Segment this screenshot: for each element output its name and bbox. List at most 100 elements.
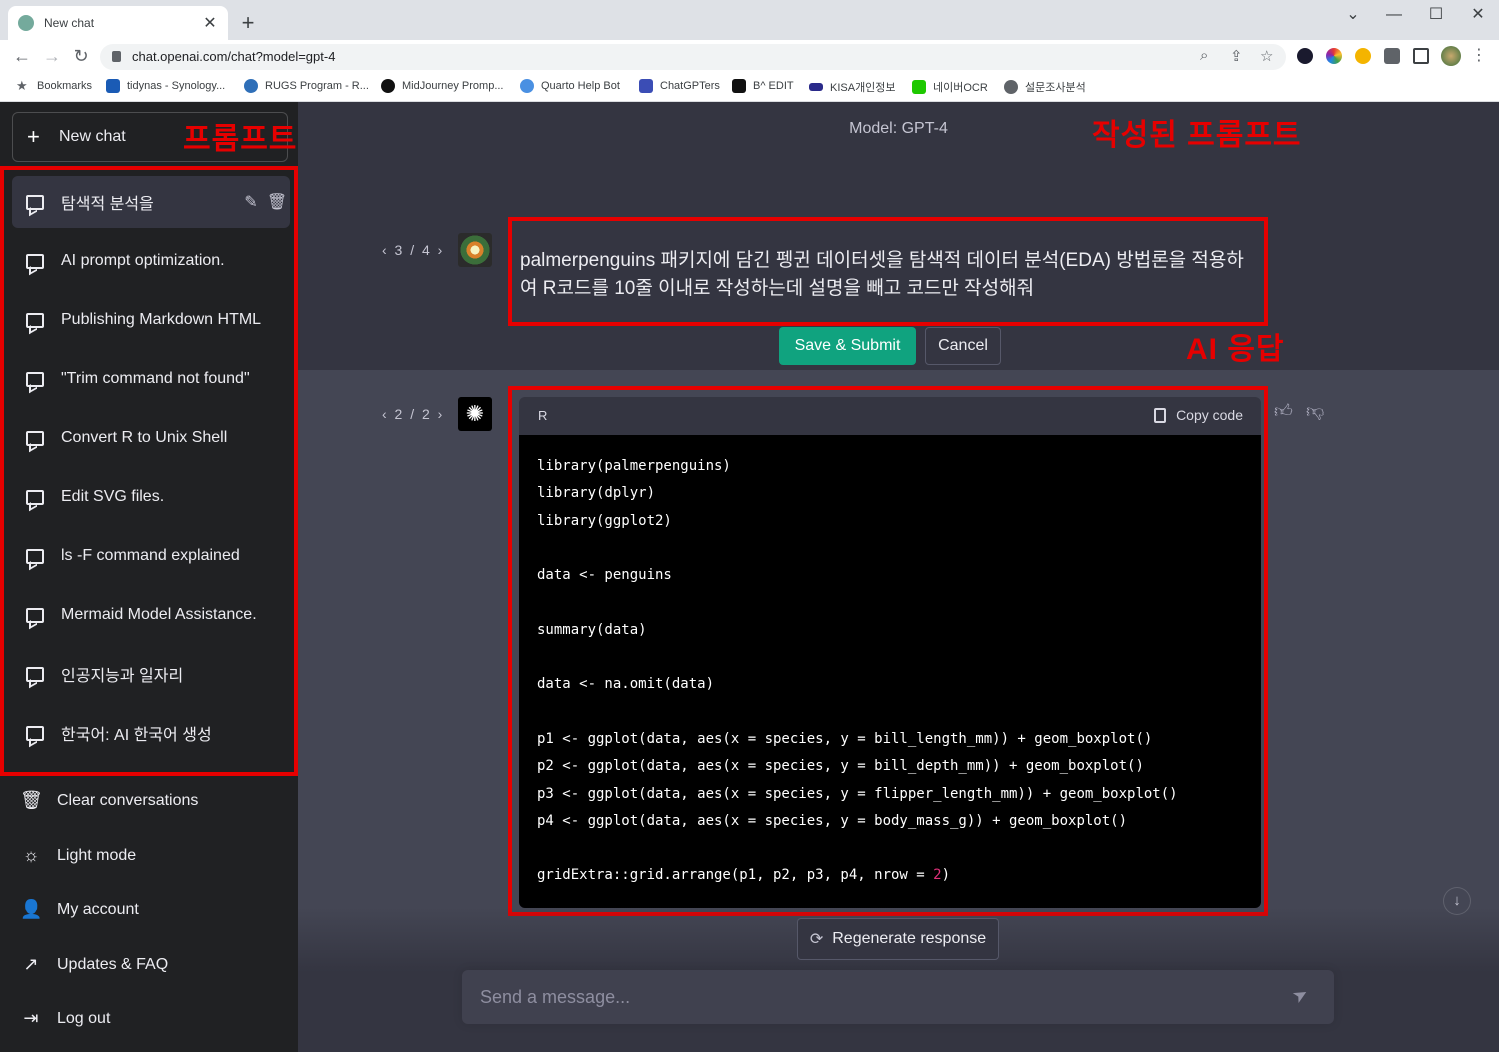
back-arrow-icon[interactable]: ← [10,45,34,67]
share-icon[interactable]: ⇪ [1230,47,1243,65]
user-message-pager[interactable]: ‹ 3 / 4 › [382,242,444,258]
extensions-puzzle-icon[interactable] [1384,48,1400,64]
regenerate-response-button[interactable]: ⟳ Regenerate response [797,918,999,960]
annotation-ai-response: AI 응답 [1186,333,1285,366]
tab-search-icon[interactable]: ⌄ [1333,4,1373,26]
forward-arrow-icon[interactable]: → [40,45,64,67]
refresh-icon: ⟳ [809,931,824,948]
conversation-item-active[interactable]: 탐색적 분석을 ✎ 🗑 [12,176,290,228]
prompt-edit-box[interactable]: palmerpenguins 패키지에 담긴 펭귄 데이터셋을 탐색적 데이터 … [508,217,1268,326]
conversation-item[interactable]: AI prompt optimization. [12,235,290,287]
close-window-button[interactable]: ✕ [1458,4,1498,26]
conversation-item[interactable]: Mermaid Model Assistance. [12,589,290,641]
bookmark-favicon-icon [381,79,395,93]
edit-pencil-icon[interactable]: ✎ [238,192,264,212]
clear-conversations-button[interactable]: 🗑 Clear conversations [20,790,198,811]
code-line: library(palmerpenguins) [537,458,731,474]
send-icon[interactable]: ➤ [1289,983,1313,1009]
conversation-item[interactable]: "Trim command not found" [12,353,290,405]
conversation-item[interactable]: Edit SVG files. [12,471,290,523]
log-out-button[interactable]: ⇥ Log out [20,1008,110,1029]
address-bar[interactable]: chat.openai.com/chat?model=gpt-4 ⌕ ⇪ ☆ [100,44,1286,70]
maximize-button[interactable]: ☐ [1416,4,1456,26]
tab-close-icon[interactable]: ✕ [202,13,218,33]
external-link-icon: ↗ [23,954,39,974]
bookmark-item[interactable]: ★ Bookmarks [16,79,92,93]
conversation-label: Convert R to Unix Shell [61,429,228,446]
bookmark-item[interactable]: 설문조사분석 [1004,79,1086,95]
thumbs-up-icon[interactable]: 👍︎ [1274,400,1293,422]
copy-code-label: Copy code [1176,407,1243,423]
regenerate-label: Regenerate response [832,930,987,947]
browser-tab[interactable]: New chat ✕ [8,6,228,40]
conversation-item[interactable]: 인공지능과 일자리 [12,648,290,700]
code-line: library(ggplot2) [537,512,672,529]
lock-icon [112,51,121,62]
code-block: R Copy code library(palmerpenguins) libr… [508,386,1268,916]
updates-faq-link[interactable]: ↗ Updates & FAQ [20,954,168,975]
new-tab-button[interactable]: + [238,10,258,36]
message-input[interactable] [480,970,1270,1024]
sun-icon: ☼ [22,845,40,865]
code-line: p3 <- ggplot(data, aes(x = species, y = … [537,785,1178,802]
sidebar: + New chat 프롬프트 채팅 이력 탐색적 분석을 ✎ 🗑 AI pro… [0,102,429,1052]
extension-orange-icon[interactable] [1355,48,1371,64]
code-body: library(palmerpenguins) library(dplyr) l… [519,435,1261,908]
conversation-label: 한국어: AI 한국어 생성 [61,727,212,744]
chat-bubble-icon [26,725,44,741]
conversation-label: 탐색적 분석을 [61,196,154,213]
logout-icon: ⇥ [23,1008,39,1028]
light-mode-button[interactable]: ☼ Light mode [20,845,136,866]
conversation-item[interactable]: ls -F command explained [12,530,290,582]
conversation-item[interactable]: 한국어: AI 한국어 생성 [12,707,290,759]
bookmark-favicon-icon [520,79,534,93]
bookmark-item[interactable]: RUGS Program - R... [244,79,369,93]
bookmark-item[interactable]: tidynas - Synology... [106,79,225,93]
new-chat-label: New chat [59,128,126,145]
conversation-item[interactable]: Convert R to Unix Shell [12,412,290,464]
code-line: data <- penguins [537,567,672,584]
minimize-button[interactable]: — [1374,4,1414,26]
conversation-item[interactable]: Publishing Markdown HTML [12,294,290,346]
assistant-message-pager[interactable]: ‹ 2 / 2 › [382,406,444,422]
conversation-label: "Trim command not found" [61,370,250,387]
my-account-button[interactable]: 👤 My account [20,899,139,920]
message-box: ➤ [462,970,1334,1024]
browser-toolbar: ← → ↻ chat.openai.com/chat?model=gpt-4 ⌕… [0,40,1499,73]
bookmark-item[interactable]: Quarto Help Bot [520,79,620,93]
prompt-text[interactable]: palmerpenguins 패키지에 담긴 펭귄 데이터셋을 탐색적 데이터 … [520,247,1256,303]
code-text: gridExtra::grid.arrange(p1, p2, p3, p4, … [537,867,934,884]
browser-tabstrip: New chat ✕ + ⌄ — ☐ ✕ [0,0,1499,40]
bookmark-item[interactable]: MidJourney Promp... [381,79,503,93]
code-line: p1 <- ggplot(data, aes(x = species, y = … [537,730,1153,747]
bookmark-item[interactable]: ChatGPTers [639,79,720,93]
side-panel-icon[interactable] [1413,48,1429,64]
trash-icon[interactable]: 🗑 [264,192,290,212]
extension-hex-icon[interactable] [1297,48,1313,64]
bookmark-item[interactable]: KISA개인정보 [809,79,896,95]
bookmark-item[interactable]: 네이버OCR [912,79,988,95]
thumbs-down-icon[interactable]: 👎︎ [1306,400,1324,422]
code-line-last: gridExtra::grid.arrange(p1, p2, p3, p4, … [537,862,1243,889]
bookmark-item[interactable]: B^ EDIT [732,79,794,93]
chat-bubble-icon [26,666,44,682]
copy-code-button[interactable]: Copy code [1154,407,1243,423]
extension-color-icon[interactable] [1326,48,1342,64]
chat-bubble-icon [26,194,44,210]
bookmark-star-icon[interactable]: ☆ [1260,47,1273,65]
chat-bubble-icon [26,489,44,505]
cancel-button[interactable]: Cancel [925,327,1001,365]
trash-icon: 🗑 [20,790,43,810]
profile-avatar[interactable] [1441,46,1461,66]
main-panel: Model: GPT-4 작성된 프롬프트 ‹ 3 / 4 › palmerpe… [298,102,1499,1052]
zoom-icon[interactable]: ⌕ [1200,47,1208,64]
bookmark-favicon-icon [809,83,823,91]
scroll-down-icon[interactable]: ↓ [1443,887,1471,915]
conversation-label: Edit SVG files. [61,488,165,505]
user-message-row: ‹ 3 / 4 › palmerpenguins 패키지에 담긴 펭귄 데이터셋… [298,154,1499,370]
reload-icon[interactable]: ↻ [69,45,93,67]
save-submit-button[interactable]: Save & Submit [779,327,916,365]
browser-menu-icon[interactable]: ⋮ [1467,45,1491,67]
